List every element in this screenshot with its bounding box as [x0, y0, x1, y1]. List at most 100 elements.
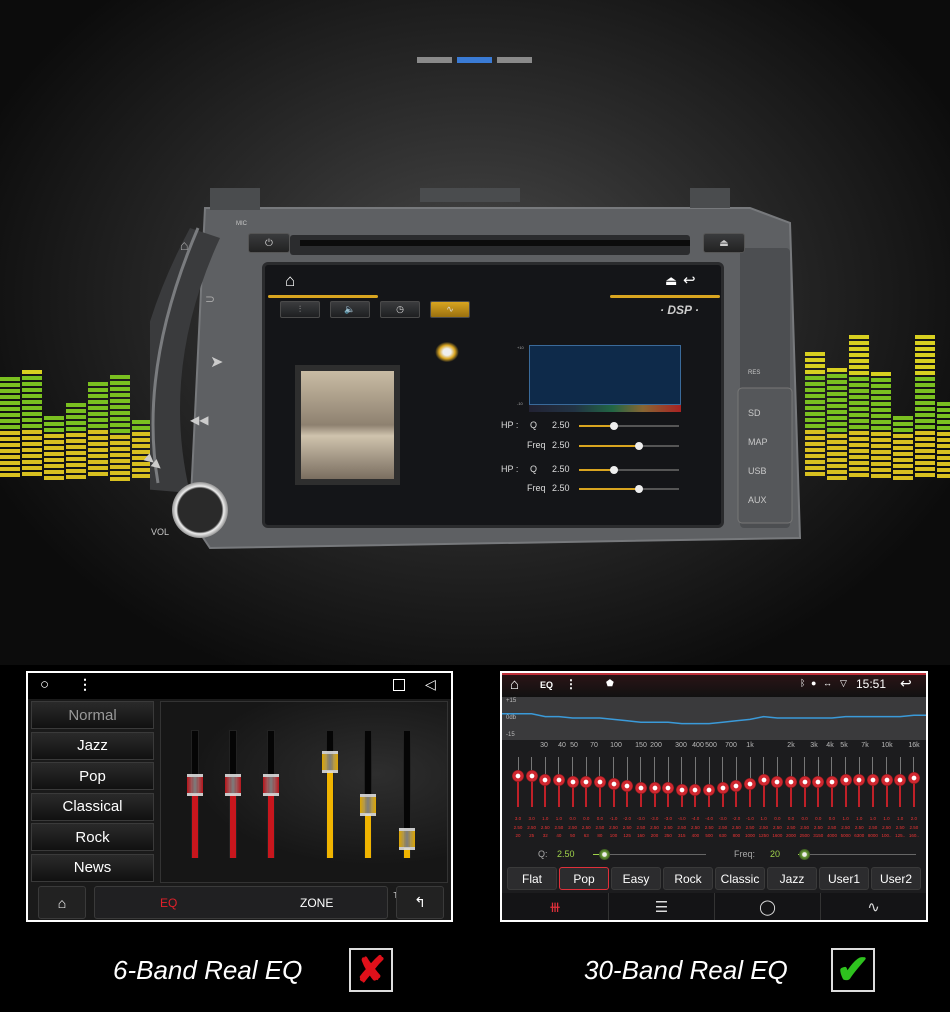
eject-button[interactable]: ⏏ — [703, 233, 745, 253]
slider-handle[interactable] — [580, 776, 593, 788]
preset-pop[interactable]: Pop — [559, 867, 609, 890]
slider-handle[interactable] — [730, 780, 743, 792]
slider-handle[interactable] — [635, 442, 643, 450]
slider-handle[interactable] — [607, 778, 620, 790]
home-icon[interactable]: ⌂ — [180, 237, 188, 253]
preset-news[interactable]: News — [31, 853, 154, 882]
tab-clock[interactable]: ◷ — [380, 301, 420, 318]
home-button[interactable]: ⌂ — [38, 886, 86, 919]
preset-pop[interactable]: Pop — [31, 762, 154, 790]
back-icon[interactable]: ↩ — [900, 675, 912, 692]
band-slider[interactable] — [839, 757, 852, 811]
slider-handle[interactable] — [322, 750, 338, 773]
band-slider[interactable] — [539, 757, 552, 811]
page-dot[interactable] — [417, 57, 452, 63]
nav-equalizer[interactable]: ⧻ — [502, 893, 608, 920]
band-slider[interactable] — [730, 757, 743, 811]
band-slider[interactable] — [798, 757, 811, 811]
power-button[interactable]: ⏻ — [248, 233, 290, 253]
band-slider[interactable] — [593, 757, 606, 811]
band-slider[interactable] — [716, 757, 729, 811]
band-slider[interactable] — [757, 757, 770, 811]
band-slider[interactable] — [703, 757, 716, 811]
source-button-map[interactable]: MAP — [748, 437, 768, 447]
band-slider[interactable] — [607, 757, 620, 811]
preset-normal[interactable]: Normal — [31, 701, 154, 729]
navigation-icon[interactable]: ➤ — [210, 352, 223, 372]
hp-slider[interactable] — [579, 442, 679, 450]
slider-handle[interactable] — [610, 466, 618, 474]
eq-slider-treblef[interactable]: TrebleF — [382, 702, 432, 900]
slider-handle[interactable] — [634, 782, 647, 794]
band-slider[interactable] — [880, 757, 893, 811]
recents-icon[interactable] — [393, 679, 405, 691]
slider-handle[interactable] — [757, 774, 770, 786]
slider-handle[interactable] — [360, 794, 376, 817]
source-button-aux[interactable]: AUX — [748, 495, 767, 505]
band-slider[interactable] — [662, 757, 675, 811]
slider-handle[interactable] — [675, 784, 688, 796]
slider-handle[interactable] — [798, 776, 811, 788]
slider-handle[interactable] — [907, 772, 920, 784]
preset-jazz[interactable]: Jazz — [31, 731, 154, 760]
volume-knob[interactable] — [172, 482, 228, 538]
back-triangle-icon[interactable]: ◁ — [425, 676, 436, 693]
slider-handle[interactable] — [593, 776, 606, 788]
slider-handle[interactable] — [399, 827, 415, 850]
preset-classical[interactable]: Classical — [31, 792, 154, 821]
eq-tab[interactable]: EQ — [160, 896, 177, 910]
preset-easy[interactable]: Easy — [611, 867, 661, 890]
slider-handle[interactable] — [825, 776, 838, 788]
tab-speaker[interactable]: 🔈 — [330, 301, 370, 318]
q-slider[interactable] — [593, 849, 706, 860]
preset-user2[interactable]: User2 — [871, 867, 921, 890]
band-slider[interactable] — [744, 757, 757, 811]
page-dot[interactable] — [457, 57, 492, 63]
band-slider[interactable] — [621, 757, 634, 811]
previous-track-icon[interactable]: ◀◀ — [190, 413, 208, 427]
slider-handle[interactable] — [635, 485, 643, 493]
slider-handle[interactable] — [512, 770, 524, 782]
subwoofer-icon[interactable] — [433, 340, 461, 364]
band-slider[interactable] — [566, 757, 579, 811]
page-dot[interactable] — [497, 57, 532, 63]
preset-user1[interactable]: User1 — [819, 867, 869, 890]
slider-handle[interactable] — [610, 422, 618, 430]
band-slider[interactable] — [825, 757, 838, 811]
band-slider[interactable] — [689, 757, 702, 811]
zone-tab[interactable]: ZONE — [300, 896, 333, 910]
band-slider[interactable] — [866, 757, 879, 811]
nav-bars[interactable]: ☰ — [608, 893, 714, 920]
slider-handle[interactable] — [599, 849, 611, 860]
menu-dots-icon[interactable]: ⋮ — [78, 676, 92, 693]
eject-icon[interactable]: ⏏ — [665, 273, 677, 289]
band-slider[interactable] — [853, 757, 866, 811]
home-circle-icon[interactable]: ○ — [40, 676, 49, 693]
slider-handle[interactable] — [525, 770, 538, 782]
slider-handle[interactable] — [716, 782, 729, 794]
slider-handle[interactable] — [187, 774, 203, 796]
tab-equalizer[interactable]: ⫶ — [280, 301, 320, 318]
car-seat-speaker-map[interactable] — [295, 365, 400, 485]
slider-handle[interactable] — [703, 784, 716, 796]
band-slider[interactable] — [634, 757, 647, 811]
tab-waveform[interactable]: ∿ — [430, 301, 470, 318]
preset-rock[interactable]: Rock — [663, 867, 713, 890]
eq-slider-treble[interactable]: Treble — [246, 702, 296, 900]
band-slider[interactable] — [894, 757, 907, 811]
slider-handle[interactable] — [771, 776, 784, 788]
slider-handle[interactable] — [853, 774, 866, 786]
home-icon[interactable]: ⌂ — [510, 676, 519, 693]
band-slider[interactable] — [552, 757, 565, 811]
band-slider[interactable] — [771, 757, 784, 811]
slider-handle[interactable] — [662, 782, 675, 794]
hp-slider[interactable] — [579, 422, 679, 430]
hp-slider[interactable] — [579, 466, 679, 474]
slider-handle[interactable] — [744, 778, 757, 790]
hp-slider[interactable] — [579, 485, 679, 493]
back-button[interactable]: ↰ — [396, 886, 444, 919]
preset-rock[interactable]: Rock — [31, 823, 154, 851]
slider-handle[interactable] — [812, 776, 825, 788]
source-button-sd[interactable]: SD — [748, 408, 761, 418]
band-slider[interactable] — [512, 757, 524, 811]
